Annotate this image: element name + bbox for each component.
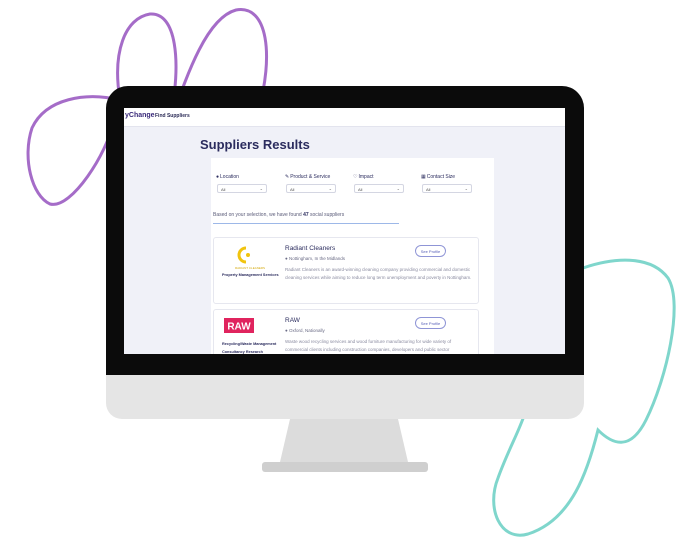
- supplier-logo: RADIANT CLEANERS Property Management Ser…: [218, 242, 282, 297]
- supplier-category: Property Management Services: [222, 273, 279, 277]
- supplier-name[interactable]: Radiant Cleaners: [285, 245, 335, 252]
- grid-icon: ▦: [421, 174, 426, 180]
- brand-logo-text[interactable]: yChange: [125, 112, 155, 119]
- app-screen: yChange Find Suppliers Suppliers Results…: [124, 108, 565, 354]
- see-profile-button[interactable]: See Profile: [415, 245, 446, 257]
- page-title: Suppliers Results: [200, 137, 310, 152]
- radiant-cleaners-logo: RADIANT CLEANERS: [235, 246, 265, 270]
- stand-base: [262, 462, 428, 472]
- map-pin-icon: ●: [285, 256, 288, 261]
- supplier-card-raw: RAW Recycling/Waste Management Consultan…: [213, 309, 479, 354]
- filter-label: Product & Service: [290, 174, 331, 180]
- supplier-name[interactable]: RAW: [285, 317, 300, 324]
- filter-label: Contact Size: [426, 174, 456, 180]
- select-value: All: [426, 187, 431, 192]
- filter-label: Impact: [358, 174, 374, 180]
- supplier-category: Recycling/Waste Management Consultancy R…: [222, 342, 277, 354]
- top-navbar: yChange Find Suppliers: [124, 108, 565, 127]
- chevron-down-icon: ⌄: [328, 186, 332, 191]
- supplier-card-radiant-cleaners: RADIANT CLEANERS Property Management Ser…: [213, 237, 479, 304]
- select-value: All: [358, 187, 363, 192]
- contact-size-select[interactable]: All ⌄: [422, 184, 472, 193]
- result-count-text: Based on your selection, we have found 4…: [213, 212, 345, 218]
- chevron-down-icon: ⌄: [259, 186, 263, 191]
- divider: [213, 223, 399, 224]
- filter-location: ●Location All ⌄: [216, 174, 268, 193]
- filter-contact-size: ▦Contact Size All ⌄: [421, 174, 473, 193]
- select-value: All: [221, 187, 226, 192]
- supplier-description: Waste wood recycling services and wood f…: [285, 339, 452, 352]
- product-service-select[interactable]: All ⌄: [286, 184, 336, 193]
- chevron-down-icon: ⌄: [396, 186, 400, 191]
- see-profile-button[interactable]: See Profile: [415, 317, 446, 329]
- impact-select[interactable]: All ⌄: [354, 184, 404, 193]
- map-pin-icon: ●: [216, 174, 220, 180]
- map-pin-icon: ●: [285, 328, 288, 333]
- svg-text:RADIANT CLEANERS: RADIANT CLEANERS: [235, 266, 265, 270]
- svg-text:RAW: RAW: [227, 322, 251, 333]
- filter-product-service: ✎Product & Service All ⌄: [285, 174, 337, 193]
- supplier-location: ● Oxford, Nationally: [285, 328, 325, 333]
- results-panel: ●Location All ⌄ ✎Product & Service All ⌄…: [211, 158, 494, 354]
- filter-impact: ♡Impact All ⌄: [353, 174, 405, 193]
- raw-logo: RAW: [224, 318, 254, 333]
- stand-neck: [280, 419, 408, 462]
- supplier-location: ● Nottingham, In the Midlands: [285, 256, 346, 261]
- heart-icon: ♡: [353, 174, 358, 180]
- nav-link-find-suppliers[interactable]: Find Suppliers: [155, 113, 190, 119]
- location-select[interactable]: All ⌄: [217, 184, 267, 193]
- supplier-description: Radiant Cleaners is an award-winning cle…: [285, 267, 472, 280]
- filter-label: Location: [220, 174, 239, 180]
- chevron-down-icon: ⌄: [464, 186, 468, 191]
- supplier-logo: RAW Recycling/Waste Management Consultan…: [218, 314, 282, 354]
- wrench-icon: ✎: [285, 174, 290, 180]
- select-value: All: [290, 187, 295, 192]
